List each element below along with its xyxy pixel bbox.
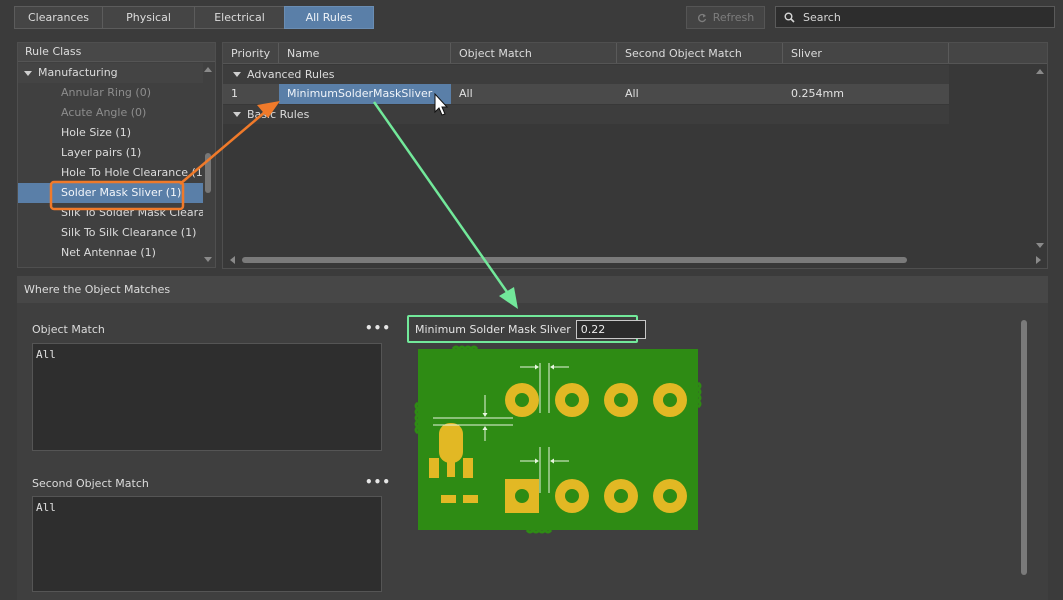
column-header-second-object-match[interactable]: Second Object Match <box>617 43 783 63</box>
collapse-triangle-icon[interactable] <box>233 112 241 117</box>
refresh-icon <box>697 13 706 22</box>
solder-mask-sliver-diagram <box>414 345 702 534</box>
scroll-down-icon[interactable] <box>1036 243 1044 248</box>
object-match-query[interactable]: All <box>32 343 382 451</box>
rule-class-panel: Rule Class Manufacturing Annular Ring (0… <box>17 42 216 268</box>
column-header-sliver[interactable]: Sliver <box>783 43 949 63</box>
group-label: Advanced Rules <box>247 68 335 81</box>
grid-header: Priority Name Object Match Second Object… <box>223 43 1047 64</box>
rule-class-header: Rule Class <box>18 43 215 62</box>
search-box[interactable] <box>775 6 1055 28</box>
rule-class-scrollbar[interactable] <box>202 63 214 266</box>
collapse-triangle-icon[interactable] <box>24 70 32 76</box>
board-edge <box>695 381 702 409</box>
rule-class-item[interactable]: Acute Angle (0) <box>18 103 203 123</box>
pad-hole <box>515 489 529 503</box>
rule-class-item[interactable]: Hole Size (1) <box>18 123 203 143</box>
second-object-match-more-button[interactable]: ••• <box>365 475 391 489</box>
grid-horizontal-scrollbar[interactable] <box>225 254 1041 266</box>
collapse-triangle-icon[interactable] <box>233 72 241 77</box>
cell-object-match: All <box>459 87 473 100</box>
search-input[interactable] <box>803 10 1023 24</box>
rule-class-item[interactable]: Silk To Solder Mask Clearar <box>18 203 203 223</box>
tab-strip: Clearances Physical Electrical All Rules <box>14 6 374 29</box>
board-edge <box>414 401 421 435</box>
scroll-thumb[interactable] <box>1021 320 1027 575</box>
board-edge <box>525 527 553 534</box>
rule-class-item-solder-mask-sliver[interactable]: Solder Mask Sliver (1) <box>18 183 203 203</box>
scroll-thumb[interactable] <box>205 153 211 193</box>
tab-physical[interactable]: Physical <box>102 6 195 29</box>
column-header-name[interactable]: Name <box>279 43 451 63</box>
second-object-match-label: Second Object Match <box>32 477 149 490</box>
min-solder-mask-sliver-field: Minimum Solder Mask Sliver <box>407 315 646 343</box>
min-solder-mask-sliver-label: Minimum Solder Mask Sliver <box>415 322 571 336</box>
cell-second-object-match: All <box>625 87 639 100</box>
grid-vertical-scrollbar[interactable] <box>1034 65 1046 252</box>
rule-class-list: Manufacturing Annular Ring (0) Acute Ang… <box>18 63 203 263</box>
group-label: Basic Rules <box>247 108 310 121</box>
tab-all-rules[interactable]: All Rules <box>284 6 374 29</box>
board-edge <box>451 345 479 352</box>
scroll-thumb[interactable] <box>242 257 907 263</box>
group-row-basic-rules[interactable]: Basic Rules <box>223 105 949 124</box>
scroll-up-icon[interactable] <box>204 67 212 72</box>
table-row[interactable]: 1 MinimumSolderMaskSliver All All 0.254m… <box>223 84 949 104</box>
cell-name[interactable]: MinimumSolderMaskSliver <box>279 84 451 104</box>
column-header-priority[interactable]: Priority <box>223 43 279 63</box>
scroll-down-icon[interactable] <box>204 257 212 262</box>
min-solder-mask-sliver-input[interactable] <box>575 319 646 339</box>
where-object-matches-header: Where the Object Matches <box>17 276 1048 303</box>
tab-electrical[interactable]: Electrical <box>194 6 285 29</box>
cell-sliver: 0.254mm <box>791 87 844 100</box>
object-match-label: Object Match <box>32 323 105 336</box>
search-icon <box>784 12 795 23</box>
category-label: Manufacturing <box>38 66 118 79</box>
rule-class-item[interactable]: Annular Ring (0) <box>18 83 203 103</box>
rule-class-item[interactable]: Silk To Silk Clearance (1) <box>18 223 203 243</box>
rule-class-item[interactable]: Hole To Hole Clearance (1) <box>18 163 203 183</box>
second-object-match-query[interactable]: All <box>32 496 382 592</box>
group-row-advanced-rules[interactable]: Advanced Rules <box>223 65 949 84</box>
scroll-right-icon[interactable] <box>1036 256 1041 264</box>
refresh-button[interactable]: Refresh <box>686 6 765 29</box>
object-match-more-button[interactable]: ••• <box>365 321 391 335</box>
refresh-label: Refresh <box>712 11 755 24</box>
tab-clearances[interactable]: Clearances <box>14 6 103 29</box>
rule-class-item[interactable]: Layer pairs (1) <box>18 143 203 163</box>
rule-class-item[interactable]: Net Antennae (1) <box>18 243 203 263</box>
constraints-scrollbar[interactable] <box>1018 308 1030 590</box>
cell-priority: 1 <box>231 87 238 100</box>
scroll-left-icon[interactable] <box>230 256 235 264</box>
scroll-up-icon[interactable] <box>1036 69 1044 74</box>
column-header-object-match[interactable]: Object Match <box>451 43 617 63</box>
category-manufacturing[interactable]: Manufacturing <box>18 63 203 83</box>
rules-grid: Priority Name Object Match Second Object… <box>222 42 1048 269</box>
